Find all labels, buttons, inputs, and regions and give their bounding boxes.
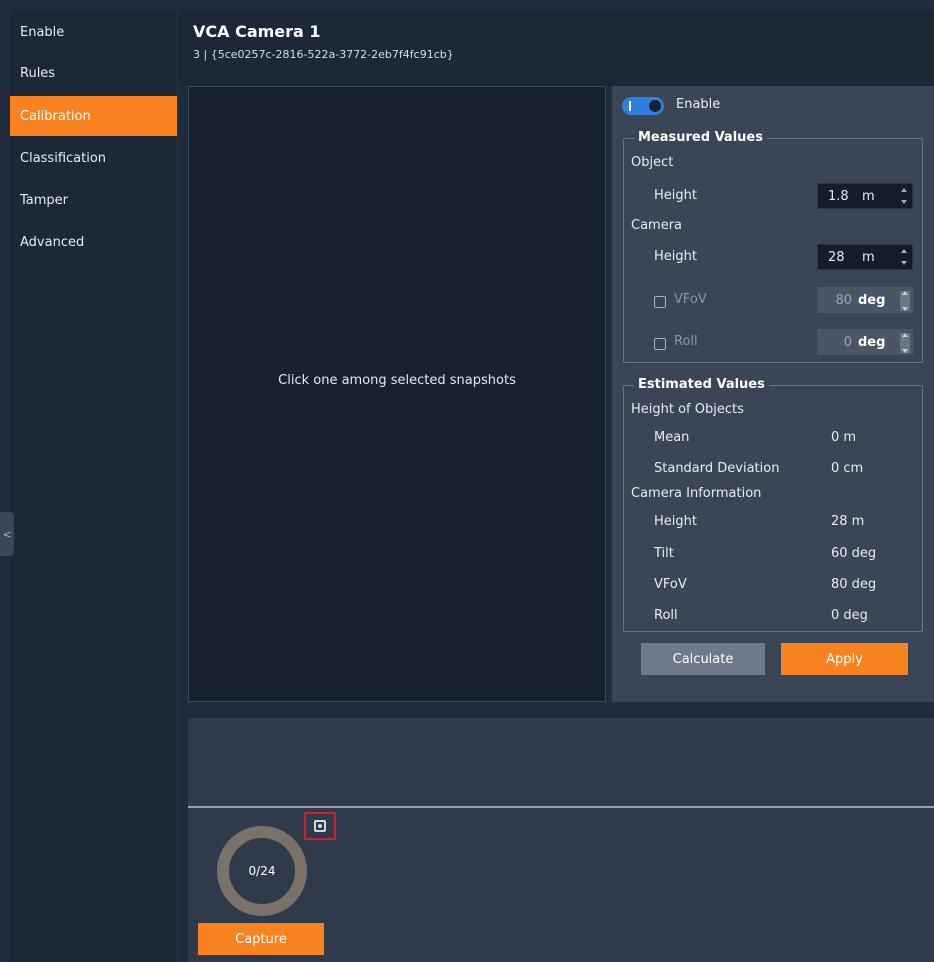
snapshot-view[interactable]: Click one among selected snapshots [188, 86, 606, 702]
est-height-label: Height [654, 514, 697, 529]
object-section-label: Object [631, 155, 674, 170]
chevron-left-icon: < [2, 527, 12, 541]
enable-toggle-label: Enable [676, 97, 721, 112]
spinner-arrows-icon[interactable] [900, 188, 908, 204]
spinner-arrows-icon[interactable] [900, 291, 910, 311]
est-vfov-value: 80 deg [831, 577, 877, 592]
camera-height-unit: m [862, 249, 875, 265]
sidebar-divider [177, 10, 178, 962]
object-height-label: Height [654, 188, 697, 203]
roll-unit: deg [858, 334, 886, 350]
page-subtitle: 3 | {5ce0257c-2816-522a-3772-2eb7f4fc91c… [193, 48, 454, 61]
sidebar-item-advanced[interactable]: Advanced [10, 222, 177, 262]
vfov-checkbox[interactable] [654, 296, 666, 308]
page-header: VCA Camera 1 3 | {5ce0257c-2816-522a-377… [178, 10, 934, 86]
vfov-value: 80 [835, 292, 852, 308]
calibration-panel: Enable Measured Values Object Height 1.8… [612, 86, 934, 702]
roll-value: 0 [843, 334, 852, 350]
sidebar: Enable Rules Calibration Classification … [10, 10, 177, 962]
camera-height-value: 28 [828, 249, 845, 265]
sidebar-item-enable[interactable]: Enable [10, 12, 177, 52]
vfov-label: VFoV [674, 292, 707, 307]
est-roll-label: Roll [654, 608, 678, 623]
object-height-value: 1.8 [828, 188, 849, 204]
snapshot-message: Click one among selected snapshots [278, 372, 516, 388]
sidebar-item-label: Tamper [20, 192, 69, 208]
snapshot-strip [188, 718, 934, 806]
spinner-arrows-icon[interactable] [900, 249, 908, 265]
sidebar-item-label: Classification [20, 150, 107, 166]
page-title: VCA Camera 1 [193, 22, 321, 41]
capture-settings-icon [314, 820, 326, 832]
object-height-unit: m [862, 188, 875, 204]
est-roll-value: 0 deg [831, 608, 868, 623]
sidebar-item-label: Enable [20, 24, 65, 40]
toggle-knob [649, 100, 661, 112]
capture-progress-ring: 0/24 [217, 826, 307, 916]
sidebar-item-tamper[interactable]: Tamper [10, 180, 177, 220]
estimated-values-legend: Estimated Values [634, 377, 769, 392]
vfov-input[interactable]: 80 deg [817, 287, 913, 313]
sidebar-item-classification[interactable]: Classification [10, 138, 177, 178]
camera-height-input[interactable]: 28 m [817, 244, 913, 270]
calculate-button[interactable]: Calculate [641, 643, 765, 675]
est-tilt-value: 60 deg [831, 546, 877, 561]
sidebar-item-label: Advanced [20, 234, 85, 250]
std-deviation-value: 0 cm [831, 461, 864, 476]
mean-label: Mean [654, 430, 690, 445]
app-window: Enable Rules Calibration Classification … [0, 0, 934, 962]
camera-information-label: Camera Information [631, 486, 762, 501]
sidebar-item-rules[interactable]: Rules [10, 53, 177, 93]
camera-section-label: Camera [631, 218, 683, 233]
height-of-objects-label: Height of Objects [631, 402, 744, 417]
sidebar-item-calibration[interactable]: Calibration [10, 96, 177, 136]
est-height-value: 28 m [831, 514, 865, 529]
spinner-arrows-icon[interactable] [900, 333, 910, 353]
measured-values-group: Measured Values Object Height 1.8 m Came… [623, 130, 923, 363]
sidebar-collapse-button[interactable]: < [0, 512, 14, 556]
estimated-values-group: Estimated Values Height of Objects Mean … [623, 377, 923, 632]
roll-checkbox[interactable] [654, 338, 666, 350]
mean-value: 0 m [831, 430, 857, 445]
capture-settings-button[interactable] [304, 812, 336, 840]
object-height-input[interactable]: 1.8 m [817, 183, 913, 209]
apply-button[interactable]: Apply [781, 643, 908, 675]
enable-toggle[interactable] [622, 97, 664, 115]
roll-label: Roll [674, 334, 698, 349]
sidebar-item-label: Calibration [20, 108, 91, 124]
measured-values-legend: Measured Values [634, 130, 767, 145]
sidebar-item-label: Rules [20, 65, 56, 81]
camera-height-label: Height [654, 249, 697, 264]
capture-counter: 0/24 [248, 864, 276, 878]
toggle-on-mark [629, 101, 631, 111]
std-deviation-label: Standard Deviation [654, 461, 780, 476]
est-vfov-label: VFoV [654, 577, 687, 592]
roll-input[interactable]: 0 deg [817, 329, 913, 355]
vfov-unit: deg [858, 292, 886, 308]
est-tilt-label: Tilt [654, 546, 674, 561]
capture-button[interactable]: Capture [198, 923, 324, 955]
